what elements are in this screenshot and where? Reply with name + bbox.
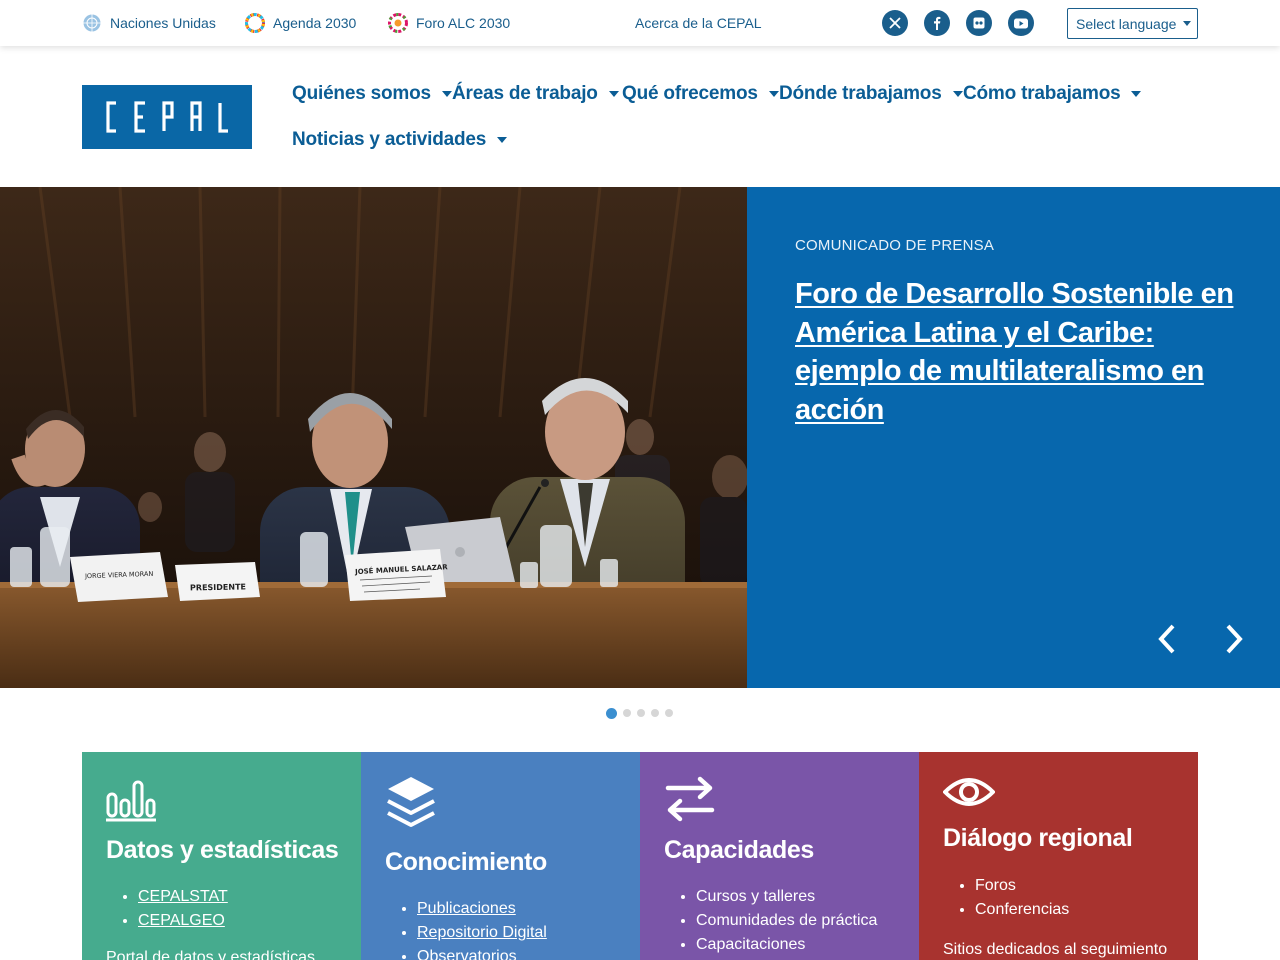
card-title: Conocimiento: [385, 848, 547, 876]
conference-photo: JORGE VIERA MORAN PRESIDENTE JOSÉ MANUEL…: [0, 187, 747, 688]
card-dialogo-regional: Diálogo regional Foros Conferencias Siti…: [919, 752, 1198, 960]
card-description: Portal de datos y estadísticas: [106, 949, 315, 960]
card-title: Diálogo regional: [943, 824, 1133, 852]
list-item[interactable]: Capacitaciones: [696, 933, 877, 957]
publicaciones-link[interactable]: Publicaciones: [417, 900, 516, 917]
nav-label: Cómo trabajamos: [963, 83, 1121, 104]
naciones-unidas-label: Naciones Unidas: [110, 15, 216, 31]
nav-label: Dónde trabajamos: [779, 83, 942, 104]
list-item[interactable]: Cursos y talleres: [696, 885, 877, 909]
chevron-down-icon: [608, 91, 619, 97]
chevron-left-icon: [1158, 624, 1175, 654]
sdg-wheel-icon: [245, 13, 265, 33]
hero-kicker: COMUNICADO DE PRENSA: [795, 237, 995, 254]
nav-areas-de-trabajo[interactable]: Áreas de trabajo: [452, 79, 619, 109]
cepal-logo[interactable]: [82, 85, 252, 149]
chevron-down-icon: [768, 91, 779, 97]
chevron-down-icon: [441, 91, 452, 97]
hero-headline-link[interactable]: Foro de Desarrollo Sostenible en América…: [795, 275, 1235, 429]
agenda-2030-label: Agenda 2030: [273, 15, 357, 31]
cepalstat-link[interactable]: CEPALSTAT: [138, 888, 228, 905]
nav-quienes-somos[interactable]: Quiénes somos: [292, 79, 452, 109]
chevron-down-icon: [497, 137, 508, 143]
youtube-social-button[interactable]: [1008, 10, 1034, 36]
hero-photo: JORGE VIERA MORAN PRESIDENTE JOSÉ MANUEL…: [0, 187, 747, 688]
list-item[interactable]: CEPALSTAT: [138, 885, 228, 909]
nav-label: Quiénes somos: [292, 83, 431, 104]
nav-noticias-actividades[interactable]: Noticias y actividades: [292, 125, 508, 155]
foro-alc-2030-label: Foro ALC 2030: [416, 15, 511, 31]
exchange-arrows-icon: [665, 776, 715, 822]
foro-alc-2030-link[interactable]: Foro ALC 2030: [388, 12, 510, 34]
nav-como-trabajamos[interactable]: Cómo trabajamos: [963, 79, 1142, 109]
list-item[interactable]: Comunidades de práctica: [696, 909, 877, 933]
chevron-down-icon: [1183, 21, 1192, 26]
carousel-prev-button[interactable]: [1152, 619, 1182, 659]
list-item[interactable]: Foros: [975, 874, 1069, 898]
cepal-logo-mark: [106, 101, 228, 133]
x-icon: [889, 17, 901, 29]
bar-chart-icon: [106, 780, 156, 822]
carousel-dot-1[interactable]: [606, 707, 617, 719]
flickr-icon: [973, 17, 985, 29]
nav-que-ofrecemos[interactable]: Qué ofrecemos: [622, 79, 779, 109]
chevron-down-icon: [1131, 91, 1142, 97]
carousel-dot-4[interactable]: [651, 709, 659, 717]
list-item[interactable]: Observatorios: [417, 945, 547, 960]
chevron-down-icon: [952, 91, 963, 97]
carousel-dot-3[interactable]: [637, 709, 645, 717]
carousel-dot-5[interactable]: [665, 709, 673, 717]
carousel-indicators: [606, 707, 679, 719]
card-list: Foros Conferencias: [975, 874, 1069, 922]
foro-alc-icon: [388, 13, 408, 33]
un-emblem-icon: [83, 14, 101, 32]
cepalgeo-link[interactable]: CEPALGEO: [138, 912, 225, 929]
x-social-button[interactable]: [882, 10, 908, 36]
youtube-icon: [1014, 18, 1028, 28]
eye-icon: [943, 778, 995, 806]
naciones-unidas-link[interactable]: Naciones Unidas: [82, 12, 216, 34]
agenda-2030-link[interactable]: Agenda 2030: [245, 12, 356, 34]
top-utility-bar: Naciones Unidas Agenda 2030 Foro ALC 203…: [0, 0, 1280, 46]
observatorios-link[interactable]: Observatorios: [417, 948, 517, 960]
hero-panel: COMUNICADO DE PRENSA Foro de Desarrollo …: [747, 187, 1280, 688]
chevron-right-icon: [1226, 624, 1243, 654]
repositorio-digital-link[interactable]: Repositorio Digital: [417, 924, 547, 941]
nav-label: Áreas de trabajo: [452, 83, 598, 104]
list-item[interactable]: Publicaciones: [417, 897, 547, 921]
facebook-icon: [934, 16, 941, 30]
flickr-social-button[interactable]: [966, 10, 992, 36]
layers-icon: [387, 777, 435, 827]
card-description: Sitios dedicados al seguimiento: [943, 941, 1168, 958]
carousel-dot-2[interactable]: [623, 709, 631, 717]
language-select[interactable]: Select language: [1067, 8, 1198, 39]
facebook-social-button[interactable]: [924, 10, 950, 36]
list-item[interactable]: CEPALGEO: [138, 909, 228, 933]
card-links: Publicaciones Repositorio Digital Observ…: [417, 897, 547, 960]
card-capacidades: Capacidades Cursos y talleres Comunidade…: [640, 752, 919, 960]
card-datos-estadisticas: Datos y estadísticas CEPALSTAT CEPALGEO …: [82, 752, 361, 960]
list-item[interactable]: Conferencias: [975, 898, 1069, 922]
list-item[interactable]: Repositorio Digital: [417, 921, 547, 945]
placard-presidente: PRESIDENTE: [190, 582, 246, 592]
language-select-label: Select language: [1076, 15, 1177, 32]
card-list: Cursos y talleres Comunidades de práctic…: [696, 885, 877, 957]
nav-label: Qué ofrecemos: [622, 83, 758, 104]
card-title: Capacidades: [664, 836, 814, 864]
card-links: CEPALSTAT CEPALGEO: [138, 885, 228, 933]
carousel-next-button[interactable]: [1219, 619, 1249, 659]
card-title: Datos y estadísticas: [106, 836, 339, 864]
acerca-cepal-link[interactable]: Acerca de la CEPAL: [635, 12, 762, 34]
nav-label: Noticias y actividades: [292, 129, 487, 150]
card-conocimiento: Conocimiento Publicaciones Repositorio D…: [361, 752, 640, 960]
nav-donde-trabajamos[interactable]: Dónde trabajamos: [779, 79, 963, 109]
